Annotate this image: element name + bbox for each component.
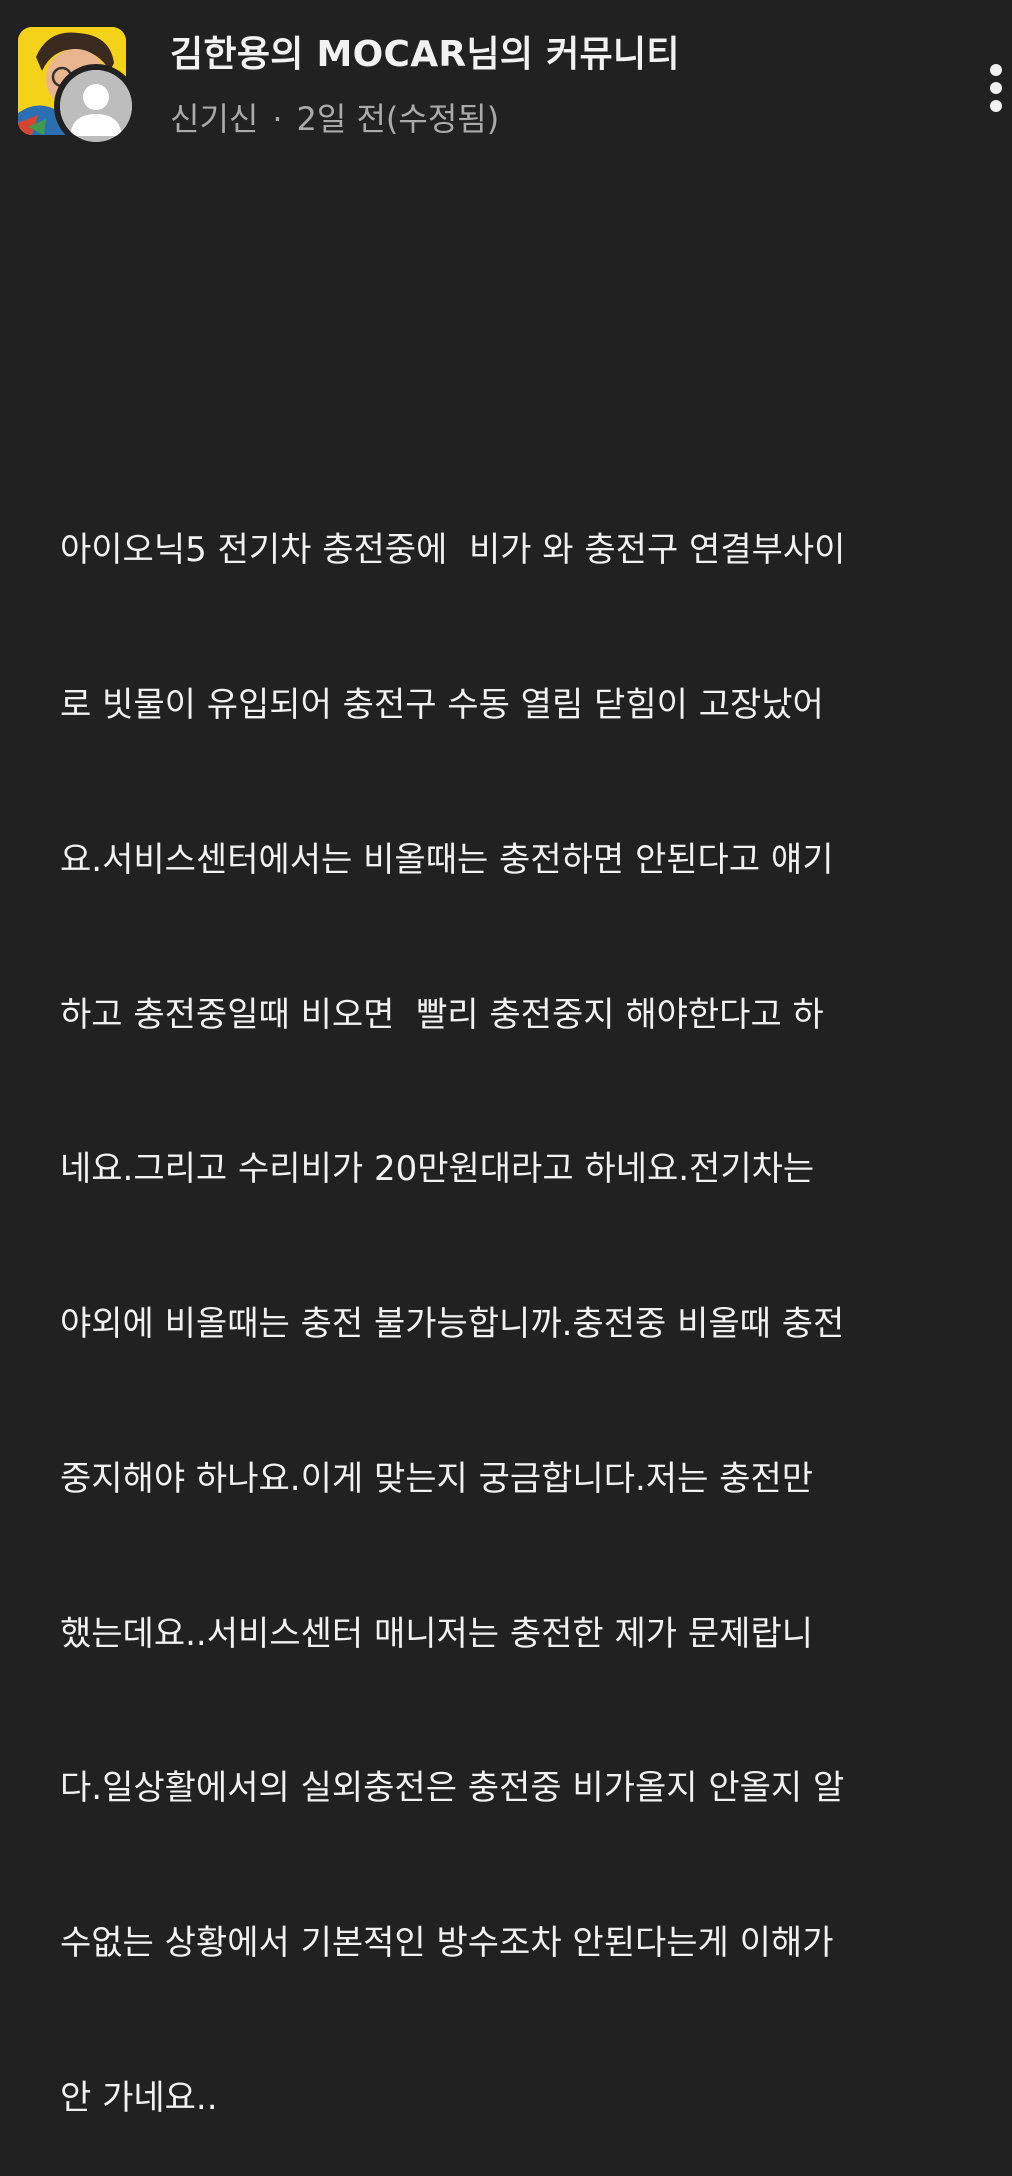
post-body: 아이오닉5 전기차 충전중에 비가 와 충전구 연결부사이 로 빗물이 유입되어… <box>60 422 970 2176</box>
post-body-line: 네요.그리고 수리비가 20만원대라고 하네요.전기차는 <box>60 1149 815 1190</box>
post-body-line: 했는데요..서비스센터 매니저는 충전한 제가 문제랍니 <box>60 1613 814 1654</box>
post-body-line: 중지해야 하나요.이게 맞는지 궁금합니다.저는 충전만 <box>60 1458 814 1499</box>
post-body-line: 수없는 상황에서 기본적인 방수조차 안된다는게 이해가 <box>60 1923 834 1964</box>
post-timestamp: 2일 전(수정됨) <box>296 100 500 138</box>
post-body-line: 요.서비스센터에서는 비올때는 충전하면 안된다고 얘기 <box>60 839 834 880</box>
post-body-line: 로 빗물이 유입되어 충전구 수동 열림 닫힘이 고장났어 <box>60 684 824 725</box>
community-title[interactable]: 김한용의 MOCAR님의 커뮤니티 <box>170 30 680 80</box>
more-options-button[interactable] <box>976 58 1012 118</box>
post-body-line: 안 가네요.. <box>60 2078 218 2118</box>
post-meta: 신기신 · 2일 전(수정됨) <box>170 96 499 142</box>
post-header: 김한용의 MOCAR님의 커뮤니티 신기신 · 2일 전(수정됨) <box>0 0 1012 160</box>
post-body-line: 다.일상활에서의 실외충전은 충전중 비가올지 안올지 알 <box>60 1768 845 1809</box>
default-user-icon <box>60 70 132 142</box>
post-body-line: 아이오닉5 전기차 충전중에 비가 와 충전구 연결부사이 <box>60 530 846 571</box>
post-body-line: 하고 충전중일때 비오면 빨리 충전중지 해야한다고 하 <box>60 994 824 1035</box>
author-avatar[interactable] <box>54 64 138 148</box>
author-name[interactable]: 신기신 <box>170 100 258 138</box>
post-body-line: 야외에 비올때는 충전 불가능합니까.충전중 비올때 충전 <box>60 1304 845 1345</box>
meta-separator: · <box>272 100 283 138</box>
